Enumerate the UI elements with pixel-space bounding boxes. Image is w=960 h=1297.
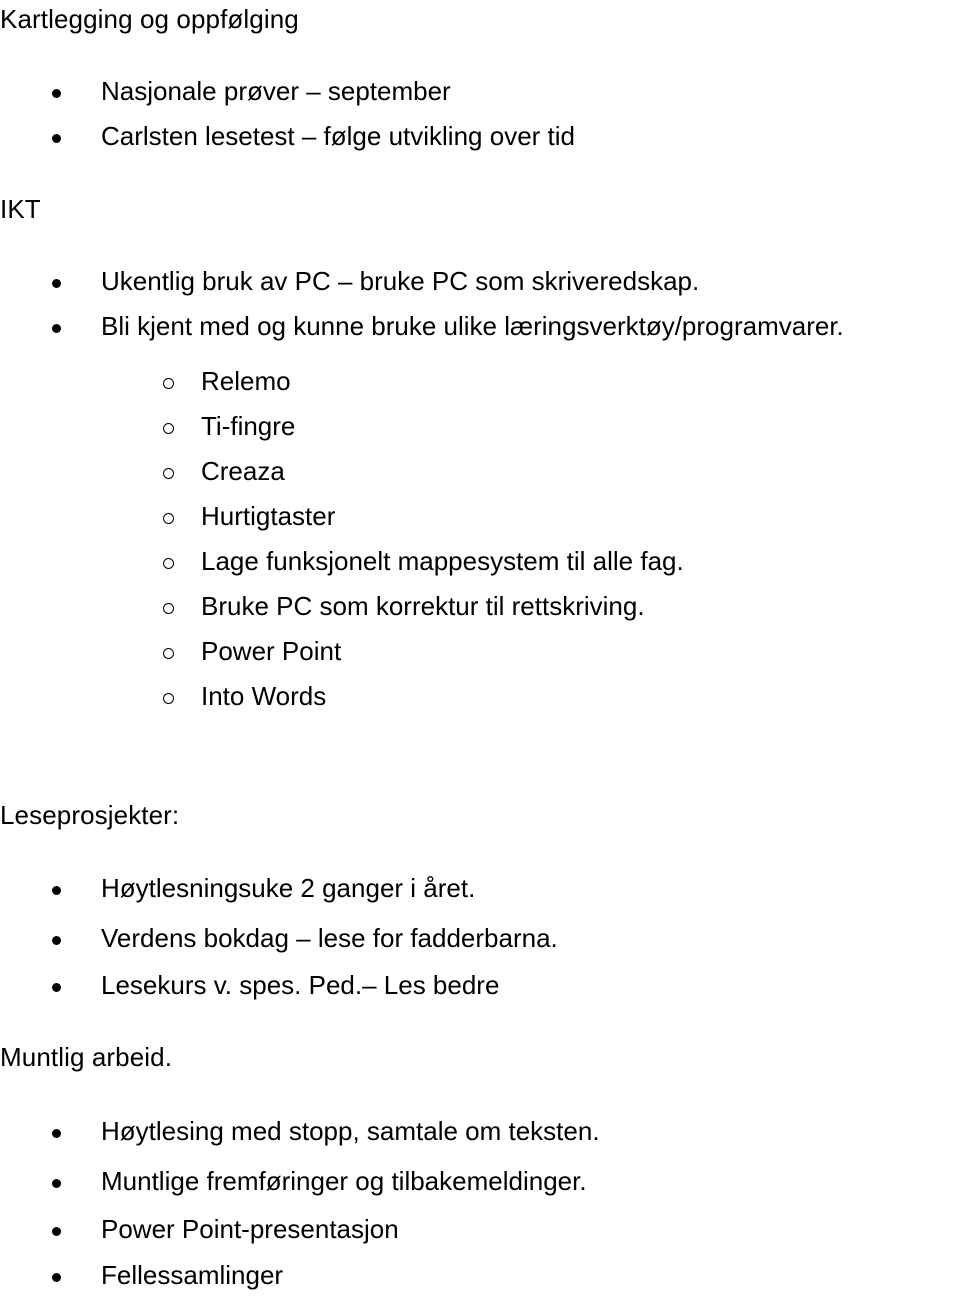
sub-list-item: Creaza bbox=[0, 458, 285, 484]
bullet-circle-icon bbox=[163, 556, 201, 573]
sub-list-item-label: Creaza bbox=[201, 456, 285, 486]
sub-list-item-label: Ti-fingre bbox=[201, 411, 296, 441]
bullet-dot-icon bbox=[52, 1172, 101, 1194]
bullet-dot-icon bbox=[52, 317, 101, 339]
list-item-label: Nasjonale prøver – september bbox=[101, 76, 451, 106]
document-page: Kartlegging og oppfølging Nasjonale prøv… bbox=[0, 0, 960, 1297]
list-item: Høytlesing med stopp, samtale om teksten… bbox=[0, 1118, 600, 1144]
bullet-circle-icon bbox=[163, 466, 201, 483]
list-item-label: Carlsten lesetest – følge utvikling over… bbox=[101, 121, 575, 151]
sub-list-item: Lage funksjonelt mappesystem til alle fa… bbox=[0, 548, 684, 574]
sub-list-item-label: Bruke PC som korrektur til rettskriving. bbox=[201, 591, 645, 621]
list-item-label: Ukentlig bruk av PC – bruke PC som skriv… bbox=[101, 266, 700, 296]
sub-list-item-label: Lage funksjonelt mappesystem til alle fa… bbox=[201, 546, 684, 576]
list-item-label: Muntlige fremføringer og tilbakemeldinge… bbox=[101, 1166, 587, 1196]
section-heading-kartlegging: Kartlegging og oppfølging bbox=[0, 4, 299, 34]
list-item-label: Bli kjent med og kunne bruke ulike lærin… bbox=[101, 311, 844, 341]
bullet-dot-icon bbox=[52, 1266, 101, 1288]
sub-list-item: Power Point bbox=[0, 638, 341, 664]
bullet-circle-icon bbox=[163, 511, 201, 528]
bullet-dot-icon bbox=[52, 127, 101, 149]
section-heading-leseprosjekter: Leseprosjekter: bbox=[0, 800, 180, 830]
list-item: Muntlige fremføringer og tilbakemeldinge… bbox=[0, 1168, 587, 1194]
bullet-circle-icon bbox=[163, 376, 201, 393]
sub-list-item: Bruke PC som korrektur til rettskriving. bbox=[0, 593, 645, 619]
bullet-dot-icon bbox=[52, 879, 101, 901]
bullet-dot-icon bbox=[52, 976, 101, 998]
list-item-label: Power Point-presentasjon bbox=[101, 1214, 399, 1244]
sub-list-item: Ti-fingre bbox=[0, 413, 295, 439]
list-item: Nasjonale prøver – september bbox=[0, 78, 451, 104]
section-heading-muntlig-arbeid: Muntlig arbeid. bbox=[0, 1042, 173, 1072]
sub-list-item-label: Power Point bbox=[201, 636, 342, 666]
list-item: Fellessamlinger bbox=[0, 1262, 283, 1288]
bullet-circle-icon bbox=[163, 691, 201, 708]
list-item: Lesekurs v. spes. Ped.– Les bedre bbox=[0, 972, 499, 998]
section-heading-ikt: IKT bbox=[0, 194, 41, 224]
list-item-label: Høytlesing med stopp, samtale om teksten… bbox=[101, 1116, 600, 1146]
list-item: Verdens bokdag – lese for fadderbarna. bbox=[0, 925, 558, 951]
list-item-label: Fellessamlinger bbox=[101, 1260, 284, 1290]
list-item: Høytlesningsuke 2 ganger i året. bbox=[0, 875, 475, 901]
list-item-label: Lesekurs v. spes. Ped.– Les bedre bbox=[101, 970, 500, 1000]
bullet-dot-icon bbox=[52, 929, 101, 951]
sub-list-item: Into Words bbox=[0, 683, 326, 709]
list-item: Ukentlig bruk av PC – bruke PC som skriv… bbox=[0, 268, 699, 294]
list-item-label: Høytlesningsuke 2 ganger i året. bbox=[101, 873, 476, 903]
sub-list-item-label: Relemo bbox=[201, 366, 291, 396]
sub-list-item: Hurtigtaster bbox=[0, 503, 335, 529]
sub-list-item-label: Hurtigtaster bbox=[201, 501, 336, 531]
bullet-dot-icon bbox=[52, 272, 101, 294]
bullet-dot-icon bbox=[52, 1220, 101, 1242]
sub-list-item-label: Into Words bbox=[201, 681, 327, 711]
bullet-dot-icon bbox=[52, 1122, 101, 1144]
bullet-circle-icon bbox=[163, 646, 201, 663]
list-item: Power Point-presentasjon bbox=[0, 1216, 399, 1242]
bullet-circle-icon bbox=[163, 421, 201, 438]
list-item: Carlsten lesetest – følge utvikling over… bbox=[0, 123, 575, 149]
list-item-label: Verdens bokdag – lese for fadderbarna. bbox=[101, 923, 558, 953]
sub-list-item: Relemo bbox=[0, 368, 291, 394]
list-item: Bli kjent med og kunne bruke ulike lærin… bbox=[0, 313, 844, 339]
bullet-circle-icon bbox=[163, 601, 201, 618]
bullet-dot-icon bbox=[52, 82, 101, 104]
